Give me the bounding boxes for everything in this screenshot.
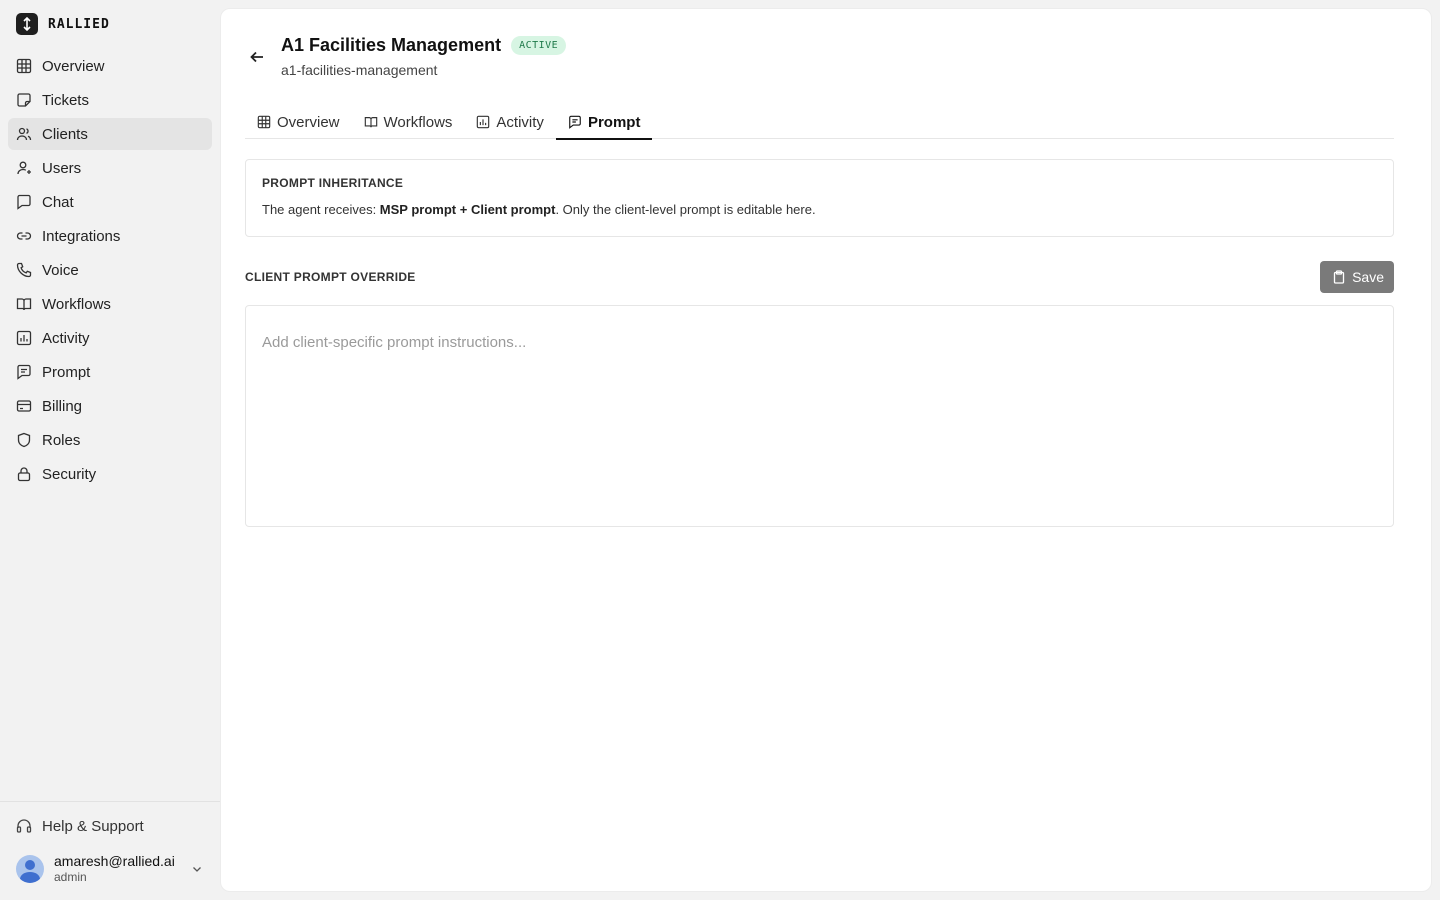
sidebar-nav: Overview Tickets Clients Users Chat Inte… — [0, 48, 220, 492]
user-icon — [17, 161, 31, 175]
status-badge: ACTIVE — [511, 36, 567, 55]
brand[interactable]: RALLIED — [0, 0, 220, 48]
sidebar-item-workflows[interactable]: Workflows — [8, 288, 212, 320]
sidebar-item-tickets[interactable]: Tickets — [8, 84, 212, 116]
brand-name: RALLIED — [48, 16, 110, 32]
avatar — [16, 855, 44, 883]
phone-icon — [16, 262, 32, 278]
sidebar-item-label: Billing — [42, 397, 83, 415]
sidebar-item-prompt[interactable]: Prompt — [8, 356, 212, 388]
sidebar-item-label: Clients — [42, 125, 88, 143]
link-icon — [16, 232, 32, 240]
sidebar-item-label: Security — [42, 465, 97, 483]
user-role: admin — [54, 870, 87, 885]
tab-label: Activity — [496, 113, 544, 131]
prompt-inheritance-description: The agent receives: MSP prompt + Client … — [262, 202, 1377, 217]
client-prompt-override-heading: CLIENT PROMPT OVERRIDE — [245, 270, 416, 284]
prompt-inheritance-card: PROMPT INHERITANCE The agent receives: M… — [245, 159, 1394, 237]
chart-icon — [477, 115, 490, 129]
sidebar-item-users[interactable]: Users — [8, 152, 212, 184]
main-panel: A1 Facilities Management ACTIVE a1-facil… — [220, 8, 1432, 892]
sidebar-item-overview[interactable]: Overview — [8, 50, 212, 82]
shield-icon — [17, 432, 31, 448]
clipboard-icon — [1333, 270, 1345, 284]
sidebar-item-label: Users — [42, 159, 82, 177]
users-icon — [16, 127, 32, 141]
lock-icon — [17, 467, 31, 482]
save-button[interactable]: Save — [1320, 261, 1394, 293]
message-icon — [569, 115, 581, 129]
card-icon — [16, 400, 32, 412]
chat-icon — [17, 194, 31, 210]
sidebar-item-label: Tickets — [42, 91, 89, 109]
user-info: amaresh@rallied.ai admin — [54, 852, 180, 885]
tab-label: Workflows — [383, 113, 453, 131]
inheritance-suffix: . Only the client-level prompt is editab… — [555, 202, 816, 217]
grid-icon — [16, 58, 32, 74]
sidebar-item-label: Workflows — [42, 295, 111, 313]
tab-workflows[interactable]: Workflows — [352, 105, 465, 139]
book-icon — [16, 298, 32, 311]
tab-label: Overview — [277, 113, 340, 131]
sidebar-item-label: Activity — [42, 329, 90, 347]
chevron-down-icon[interactable] — [190, 862, 204, 876]
client-prompt-override-header: CLIENT PROMPT OVERRIDE Save — [245, 261, 1394, 293]
sidebar-item-roles[interactable]: Roles — [8, 424, 212, 456]
chart-icon — [16, 330, 32, 346]
rallied-logo-icon — [16, 13, 38, 35]
message-icon — [17, 364, 31, 380]
back-button[interactable] — [245, 49, 269, 65]
tab-overview[interactable]: Overview — [245, 105, 352, 139]
sidebar-item-label: Prompt — [42, 363, 91, 381]
arrow-left-icon — [250, 51, 263, 63]
sidebar-item-label: Roles — [42, 431, 81, 449]
headphones-icon — [16, 819, 32, 833]
sidebar-item-billing[interactable]: Billing — [8, 390, 212, 422]
sidebar-footer: Help & Support amaresh@rallied.ai admin — [0, 801, 220, 900]
help-support-label: Help & Support — [42, 817, 144, 835]
sidebar: RALLIED Overview Tickets Clients Users C… — [0, 0, 220, 900]
prompt-inheritance-heading: PROMPT INHERITANCE — [262, 176, 404, 190]
plus-sign: + — [456, 202, 471, 217]
tab-prompt[interactable]: Prompt — [555, 105, 653, 140]
save-button-label: Save — [1352, 269, 1384, 285]
sidebar-item-integrations[interactable]: Integrations — [8, 220, 212, 252]
book-icon — [364, 117, 377, 128]
msp-prompt-label: MSP prompt — [379, 202, 457, 217]
sidebar-item-label: Overview — [42, 57, 105, 75]
sidebar-item-activity[interactable]: Activity — [8, 322, 212, 354]
help-support-link[interactable]: Help & Support — [8, 810, 212, 842]
page-header: A1 Facilities Management ACTIVE a1-facil… — [245, 35, 1391, 78]
sidebar-item-chat[interactable]: Chat — [8, 186, 212, 218]
client-slug: a1-facilities-management — [281, 62, 438, 78]
sidebar-item-security[interactable]: Security — [8, 458, 212, 490]
client-prompt-label: Client prompt — [470, 202, 556, 217]
tab-label: Prompt — [587, 113, 641, 131]
sidebar-item-label: Chat — [42, 193, 74, 211]
user-menu[interactable]: amaresh@rallied.ai admin — [8, 842, 212, 890]
client-prompt-input[interactable] — [245, 305, 1394, 527]
tab-activity[interactable]: Activity — [464, 105, 556, 139]
sidebar-item-label: Integrations — [42, 227, 121, 245]
user-email: amaresh@rallied.ai — [54, 852, 175, 869]
inheritance-prefix: The agent receives: — [262, 202, 380, 217]
page-title: A1 Facilities Management — [281, 35, 502, 55]
sidebar-item-voice[interactable]: Voice — [8, 254, 212, 286]
sidebar-item-label: Voice — [42, 261, 79, 279]
ticket-icon — [17, 93, 31, 107]
grid-icon — [257, 115, 271, 129]
tab-bar: Overview Workflows Activity Prompt — [245, 105, 1394, 140]
sidebar-item-clients[interactable]: Clients — [8, 118, 212, 150]
